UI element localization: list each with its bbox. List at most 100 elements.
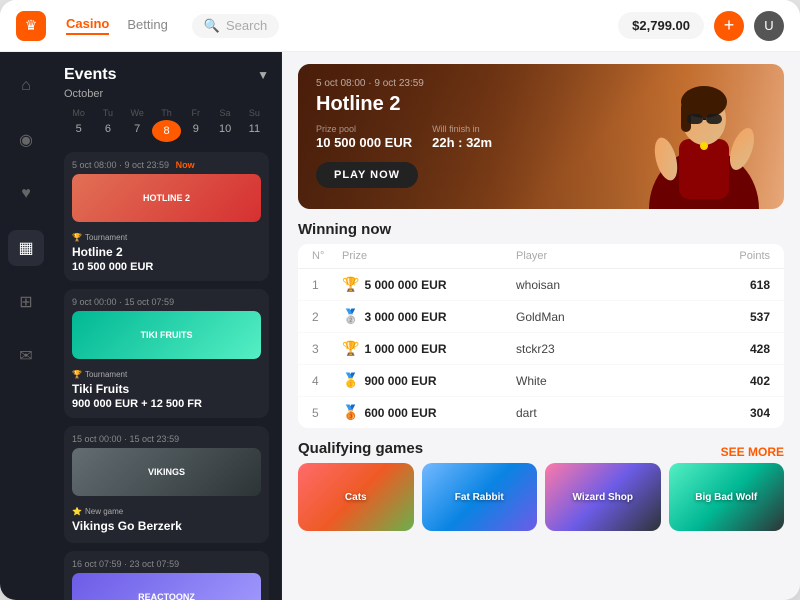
player-1: whoisan: [516, 278, 690, 292]
game-rabbit-label: Fat Rabbit: [451, 488, 508, 507]
events-title: Events: [64, 66, 116, 84]
game-wolf-label: Big Bad Wolf: [691, 488, 761, 507]
day-label-su: Su: [240, 108, 269, 118]
sidebar-favorites-icon[interactable]: ♥: [8, 176, 44, 212]
col-number: N°: [312, 250, 342, 262]
search-icon: 🔍: [204, 18, 220, 34]
prize-cell-1: 🏆 5 000 000 EUR: [342, 276, 516, 293]
game-cats[interactable]: Cats: [298, 463, 414, 531]
player-2: GoldMan: [516, 310, 690, 324]
day-label-mo: Mo: [64, 108, 93, 118]
sidebar-events-icon[interactable]: ▦: [8, 230, 44, 266]
hero-prize-value: 10 500 000 EUR: [316, 135, 412, 150]
table-row: 3 🏆 1 000 000 EUR stckr23 428: [298, 333, 784, 365]
hero-timer: Will finish in 22h : 32m: [432, 124, 492, 152]
topnav-right: $2,799.00 + U: [618, 11, 784, 41]
tag-icon-3: ⭐: [72, 507, 82, 516]
event-time-1: 5 oct 08:00 · 9 oct 23:59 Now: [72, 160, 261, 170]
day-label-fr: Fr: [181, 108, 210, 118]
prize-value-4: 900 000 EUR: [364, 374, 436, 388]
prize-cell-3: 🏆 1 000 000 EUR: [342, 340, 516, 357]
events-header: Events ▼: [64, 66, 269, 84]
now-badge: Now: [176, 160, 195, 170]
prize-cell-4: 🥇 900 000 EUR: [342, 372, 516, 389]
game-fat-rabbit[interactable]: Fat Rabbit: [422, 463, 538, 531]
avatar[interactable]: U: [754, 11, 784, 41]
rank-5: 5: [312, 406, 342, 420]
nav-casino[interactable]: Casino: [66, 16, 109, 35]
cal-date-10[interactable]: 10: [210, 120, 239, 142]
game-wizard-shop[interactable]: Wizard Shop: [545, 463, 661, 531]
app-container: ♛ Casino Betting 🔍 Search $2,799.00 + U …: [0, 0, 800, 600]
main-layout: ⌂ ◉ ♥ ▦ ⊞ ✉ Events ▼ October Mo Tu We Th…: [0, 52, 800, 600]
balance-display: $2,799.00: [618, 12, 704, 39]
cal-date-8[interactable]: 8: [152, 120, 181, 142]
player-5: dart: [516, 406, 690, 420]
rank-3: 3: [312, 342, 342, 356]
prize-cell-5: 🥉 600 000 EUR: [342, 404, 516, 421]
hero-content: 5 oct 08:00 · 9 oct 23:59 Hotline 2 Priz…: [316, 78, 492, 188]
cal-date-9[interactable]: 9: [181, 120, 210, 142]
vikings-thumb: VIKINGS: [72, 448, 261, 496]
day-label-th: Th: [152, 108, 181, 118]
logo-icon[interactable]: ♛: [16, 11, 46, 41]
event-time-4: 16 oct 07:59 · 23 oct 07:59: [72, 559, 261, 569]
sidebar-gifts-icon[interactable]: ⊞: [8, 284, 44, 320]
day-label-sa: Sa: [210, 108, 239, 118]
hero-timer-label: Will finish in: [432, 124, 492, 134]
event-card-hotline[interactable]: 5 oct 08:00 · 9 oct 23:59 Now HOTLINE 2 …: [64, 152, 269, 281]
top-navigation: ♛ Casino Betting 🔍 Search $2,799.00 + U: [0, 0, 800, 52]
points-3: 428: [690, 342, 770, 356]
prize-value-5: 600 000 EUR: [364, 406, 436, 420]
cal-date-5[interactable]: 5: [64, 120, 93, 142]
event-prize-2: 900 000 EUR + 12 500 FR: [72, 398, 261, 410]
see-more-button[interactable]: SEE MORE: [721, 445, 784, 459]
event-thumb-2: TIKI FRUITS: [72, 311, 261, 359]
points-5: 304: [690, 406, 770, 420]
table-row: 2 🥈 3 000 000 EUR GoldMan 537: [298, 301, 784, 333]
points-1: 618: [690, 278, 770, 292]
event-tag-2: 🏆 Tournament: [72, 370, 127, 379]
sidebar-home-icon[interactable]: ⌂: [8, 68, 44, 104]
play-now-button[interactable]: PLAY NOW: [316, 162, 418, 188]
winning-now-title: Winning now: [298, 221, 784, 238]
calendar-day-labels: Mo Tu We Th Fr Sa Su: [64, 108, 269, 118]
event-card-reactoonz[interactable]: 16 oct 07:59 · 23 oct 07:59 REACTOONZ 🎮 …: [64, 551, 269, 600]
event-card-vikings[interactable]: 15 oct 00:00 · 15 oct 23:59 VIKINGS ⭐ Ne…: [64, 426, 269, 543]
cal-date-7[interactable]: 7: [123, 120, 152, 142]
event-card-tiki[interactable]: 9 oct 00:00 · 15 oct 07:59 TIKI FRUITS 🏆…: [64, 289, 269, 418]
events-month: October: [64, 88, 269, 100]
tag-icon-2: 🏆: [72, 370, 82, 379]
event-thumb-4: REACTOONZ: [72, 573, 261, 600]
event-time-2: 9 oct 00:00 · 15 oct 07:59: [72, 297, 261, 307]
reactoonz-thumb: REACTOONZ: [72, 573, 261, 600]
player-4: White: [516, 374, 690, 388]
qualifying-title: Qualifying games: [298, 440, 423, 457]
rank-4: 4: [312, 374, 342, 388]
qualifying-header: Qualifying games SEE MORE: [298, 440, 784, 463]
player-3: stckr23: [516, 342, 690, 356]
day-label-we: We: [123, 108, 152, 118]
search-bar[interactable]: 🔍 Search: [192, 14, 279, 38]
sidebar: ⌂ ◉ ♥ ▦ ⊞ ✉: [0, 52, 52, 600]
qualifying-games-section: Qualifying games SEE MORE Cats Fat Rabbi…: [298, 440, 784, 531]
rank-2: 2: [312, 310, 342, 324]
game-cats-label: Cats: [341, 488, 371, 507]
medal-1: 🏆: [342, 276, 359, 293]
prize-value-3: 1 000 000 EUR: [364, 342, 446, 356]
cal-date-11[interactable]: 11: [240, 120, 269, 142]
nav-betting[interactable]: Betting: [127, 17, 167, 34]
lady-illustration: [624, 64, 784, 209]
sidebar-chat-icon[interactable]: ✉: [8, 338, 44, 374]
sidebar-games-icon[interactable]: ◉: [8, 122, 44, 158]
tiki-thumb: TIKI FRUITS: [72, 311, 261, 359]
games-row: Cats Fat Rabbit Wizard Shop Big Bad Wolf: [298, 463, 784, 531]
hero-date: 5 oct 08:00 · 9 oct 23:59: [316, 78, 492, 89]
add-funds-button[interactable]: +: [714, 11, 744, 41]
event-thumb-3: VIKINGS: [72, 448, 261, 496]
game-big-bad-wolf[interactable]: Big Bad Wolf: [669, 463, 785, 531]
cal-date-6[interactable]: 6: [93, 120, 122, 142]
events-chevron-icon[interactable]: ▼: [257, 68, 269, 82]
col-player: Player: [516, 250, 690, 262]
table-row: 4 🥇 900 000 EUR White 402: [298, 365, 784, 397]
